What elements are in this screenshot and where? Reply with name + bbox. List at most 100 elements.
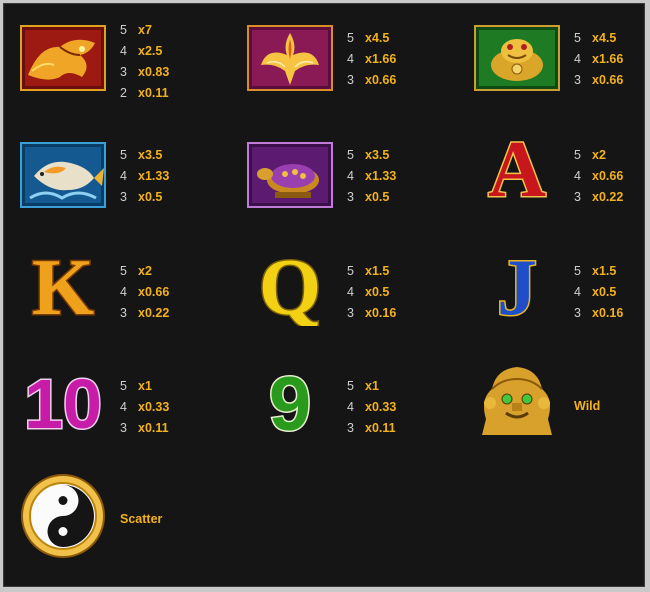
paytable-entry-ace: A 5 x2 4 x0.66 3 x0.22	[458, 125, 650, 245]
count-label: 5	[120, 148, 127, 162]
paytable-entry-wild: Wild	[458, 366, 650, 476]
multiplier-value: x2	[138, 264, 152, 278]
multiplier-value: x2	[592, 148, 606, 162]
multiplier-value: x2.5	[138, 44, 163, 58]
queen-glyph: Q	[259, 244, 321, 326]
count-label: 4	[120, 169, 127, 183]
count-label: 5	[120, 264, 127, 278]
multiplier-value: x3.5	[365, 148, 390, 162]
multiplier-value: x7	[138, 23, 152, 37]
multiplier-value: x0.22	[592, 190, 624, 204]
count-label: 5	[347, 264, 354, 278]
multiplier-value: x0.83	[138, 65, 170, 79]
dragon-icon	[18, 18, 108, 98]
count-label: 5	[574, 264, 581, 278]
count-label: 3	[347, 190, 354, 204]
count-label: 4	[574, 52, 581, 66]
count-label: 3	[120, 65, 127, 79]
king-glyph: K	[32, 244, 94, 326]
count-label: 5	[120, 379, 127, 393]
paytable-entry-scatter: Scatter	[4, 474, 214, 584]
count-label: 3	[574, 306, 581, 320]
multiplier-value: x0.33	[138, 400, 170, 414]
multiplier-value: x3.5	[138, 148, 163, 162]
count-label: 4	[347, 400, 354, 414]
count-label: 5	[574, 31, 581, 45]
multiplier-value: x1.66	[365, 52, 397, 66]
multiplier-value: x0.11	[365, 421, 396, 435]
paytable-entry-turtle: 5 x3.5 4 x1.33 3 x0.5	[231, 135, 441, 245]
multiplier-value: x0.5	[365, 190, 390, 204]
multiplier-value: x0.5	[138, 190, 163, 204]
koi-fish-icon	[18, 135, 108, 215]
ten-glyph: 10	[24, 365, 102, 440]
count-label: 4	[120, 285, 127, 299]
count-label: 4	[347, 52, 354, 66]
multiplier-value: x1.5	[365, 264, 390, 278]
count-label: 5	[574, 148, 581, 162]
multiplier-value: x1.33	[138, 169, 170, 183]
multiplier-value: x0.16	[592, 306, 624, 320]
paytable-entry-queen: Q 5 x1.5 4 x0.5 3 x0.16	[231, 243, 441, 361]
paytable-entry-koi-fish: 5 x3.5 4 x1.33 3 x0.5	[4, 135, 214, 245]
paytable-panel: 5 x7 4 x2.5 3 x0.83 2 x0.11 5 x4.5 4 x1.66 3 x0…	[3, 3, 645, 587]
paytable-entry-king: K 5 x2 4 x0.66 3 x0.22	[4, 243, 214, 361]
count-label: 3	[574, 190, 581, 204]
ace-icon: A	[472, 125, 562, 211]
ace-glyph: A	[488, 126, 546, 210]
ten-icon: 10	[18, 360, 108, 441]
count-label: 3	[120, 421, 127, 435]
count-label: 5	[347, 379, 354, 393]
count-label: 3	[347, 306, 354, 320]
count-label: 4	[347, 285, 354, 299]
multiplier-value: x0.11	[138, 86, 169, 100]
count-label: 3	[347, 73, 354, 87]
count-label: 4	[120, 44, 127, 58]
count-label: 4	[574, 169, 581, 183]
paytable-entry-nine: 9 5 x1 4 x0.33 3 x0.11	[231, 361, 441, 476]
count-label: 5	[347, 148, 354, 162]
count-label: 3	[120, 190, 127, 204]
golden-toad-icon	[472, 18, 562, 98]
queen-icon: Q	[245, 243, 335, 327]
count-label: 4	[574, 285, 581, 299]
paytable-entry-dragon: 5 x7 4 x2.5 3 x0.83 2 x0.11	[4, 18, 214, 128]
multiplier-value: x0.5	[365, 285, 390, 299]
king-icon: K	[18, 243, 108, 327]
count-label: 5	[347, 31, 354, 45]
multiplier-value: x1.5	[592, 264, 617, 278]
multiplier-value: x0.16	[365, 306, 397, 320]
multiplier-value: x0.66	[138, 285, 170, 299]
multiplier-value: x4.5	[592, 31, 617, 45]
nine-glyph: 9	[269, 362, 311, 440]
paytable-entry-phoenix: 5 x4.5 4 x1.66 3 x0.66	[231, 18, 441, 128]
multiplier-value: x0.5	[592, 285, 617, 299]
nine-icon: 9	[245, 360, 335, 441]
multiplier-value: x0.33	[365, 400, 397, 414]
count-label: 4	[347, 169, 354, 183]
multiplier-value: x1.33	[365, 169, 397, 183]
scatter-label: Scatter	[120, 512, 163, 526]
multiplier-value: x1.66	[592, 52, 624, 66]
multiplier-value: x0.66	[365, 73, 397, 87]
foo-dog-wild-icon	[472, 360, 562, 440]
yin-yang-scatter-icon	[18, 474, 108, 558]
jack-glyph: J	[497, 244, 537, 326]
count-label: 3	[574, 73, 581, 87]
paytable-entry-golden-toad: 5 x4.5 4 x1.66 3 x0.66	[458, 18, 650, 128]
wild-label: Wild	[574, 399, 601, 413]
phoenix-icon	[245, 18, 335, 98]
count-label: 5	[120, 23, 127, 37]
paytable-entry-ten: 10 5 x1 4 x0.33 3 x0.11	[4, 364, 214, 476]
jack-icon: J	[472, 243, 562, 327]
count-label: 2	[120, 86, 127, 100]
multiplier-value: x0.66	[592, 169, 624, 183]
multiplier-value: x0.11	[138, 421, 169, 435]
turtle-icon	[245, 135, 335, 215]
paytable-entry-jack: J 5 x1.5 4 x0.5 3 x0.16	[458, 243, 650, 361]
multiplier-value: x0.66	[592, 73, 624, 87]
multiplier-value: x4.5	[365, 31, 390, 45]
count-label: 4	[120, 400, 127, 414]
multiplier-value: x1	[365, 379, 379, 393]
multiplier-value: x1	[138, 379, 152, 393]
